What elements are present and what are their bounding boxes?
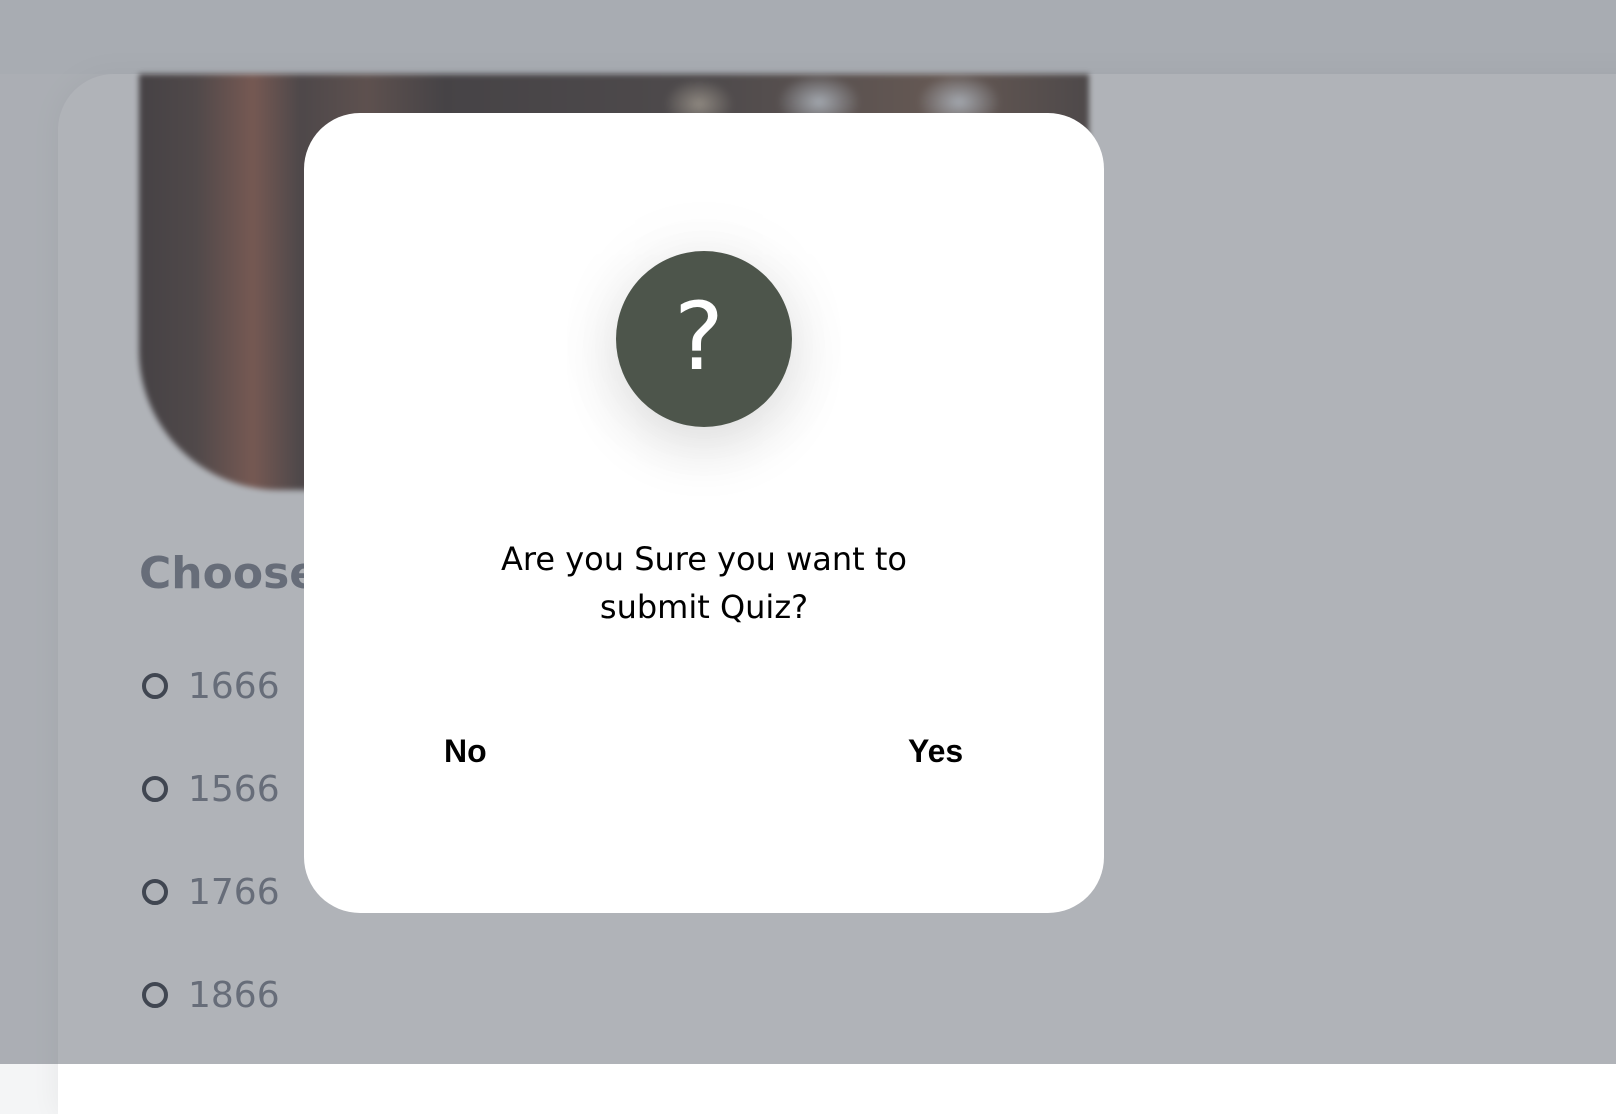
yes-button[interactable]: Yes bbox=[908, 733, 963, 770]
question-mark-glyph: ? bbox=[674, 283, 724, 392]
question-mark-icon: ? bbox=[616, 251, 792, 427]
submit-confirmation-dialog: ? Are you Sure you want to submit Quiz? … bbox=[304, 113, 1104, 913]
dialog-message: Are you Sure you want to submit Quiz? bbox=[501, 540, 907, 626]
no-button[interactable]: No bbox=[444, 733, 487, 770]
